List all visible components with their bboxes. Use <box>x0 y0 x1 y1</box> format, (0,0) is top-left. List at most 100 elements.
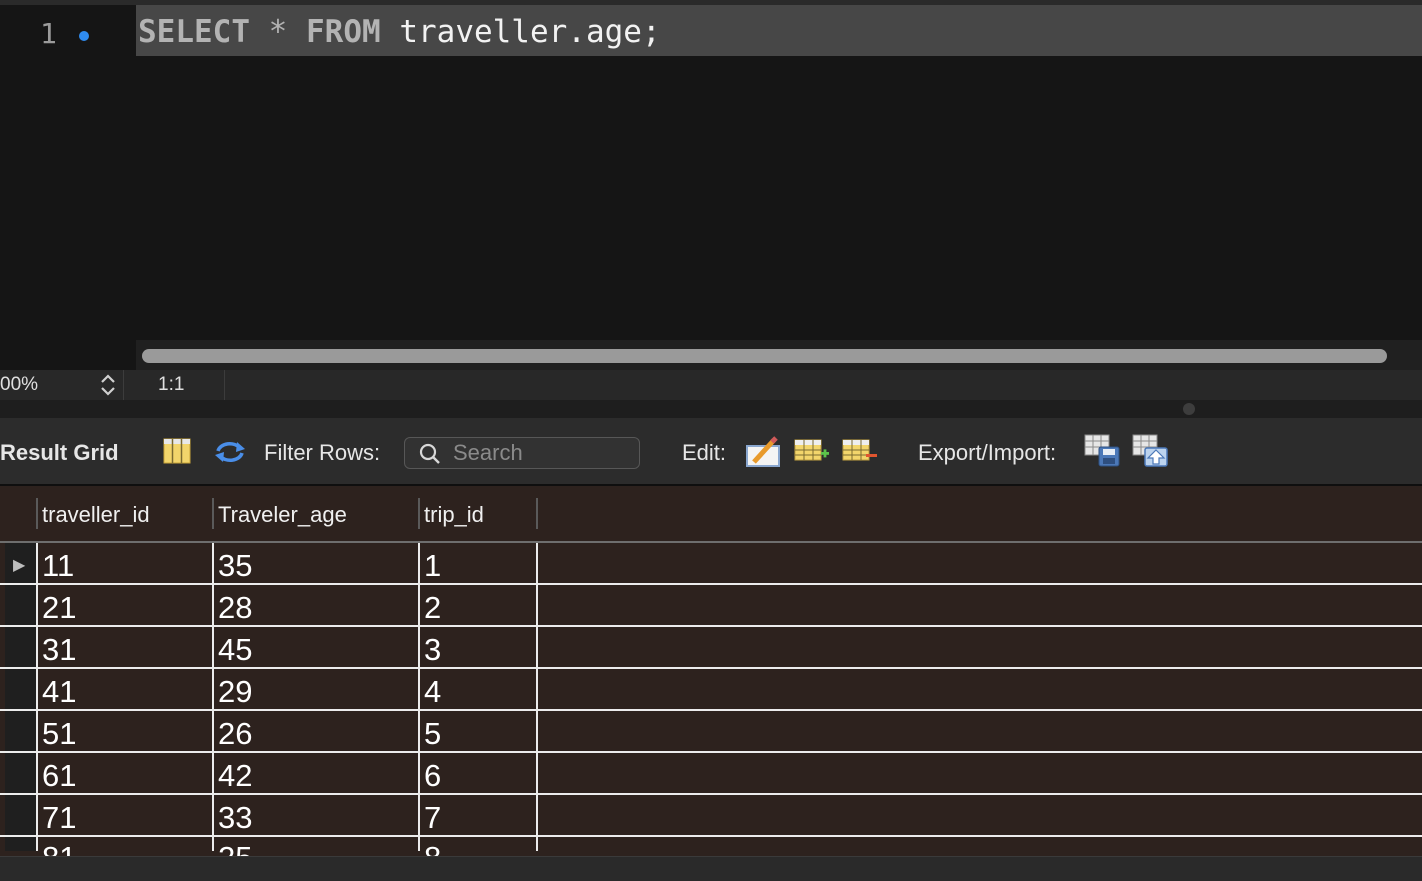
sql-terminator: ; <box>641 14 661 50</box>
cell-divider <box>418 627 420 667</box>
column-divider[interactable] <box>212 498 214 529</box>
cell-trip-id[interactable]: 1 <box>424 548 441 584</box>
table-row[interactable]: 51 26 5 <box>0 711 1422 753</box>
cell-divider <box>212 753 214 793</box>
cell-divider <box>536 711 538 751</box>
cell-traveller-id[interactable]: 21 <box>42 590 76 626</box>
grid-header: traveller_id Traveler_age trip_id <box>0 486 1422 543</box>
cell-trip-id[interactable]: 2 <box>424 590 441 626</box>
cell-divider <box>212 837 214 851</box>
cell-trip-id[interactable]: 6 <box>424 758 441 794</box>
cell-traveller-id[interactable]: 51 <box>42 716 76 752</box>
import-icon[interactable] <box>1132 434 1170 468</box>
column-header-traveller-id[interactable]: traveller_id <box>42 502 150 528</box>
cell-divider <box>418 711 420 751</box>
filter-search-box[interactable] <box>404 437 640 469</box>
cell-traveller-id[interactable]: 61 <box>42 758 76 794</box>
splitter-handle-icon[interactable] <box>1183 403 1195 415</box>
row-selector[interactable] <box>5 753 36 793</box>
cell-divider <box>212 669 214 709</box>
cell-divider <box>36 543 38 583</box>
table-row[interactable]: 41 29 4 <box>0 669 1422 711</box>
table-row[interactable]: 21 28 2 <box>0 585 1422 627</box>
edit-row-icon[interactable] <box>746 436 782 468</box>
editor-status-bar: 00% 1:1 <box>0 370 1422 400</box>
cell-trip-id[interactable]: 3 <box>424 632 441 668</box>
column-header-trip-id[interactable]: trip_id <box>424 502 484 528</box>
cell-divider <box>418 795 420 835</box>
cell-divider <box>418 543 420 583</box>
table-row[interactable]: ▶ 11 35 1 <box>0 543 1422 585</box>
cell-traveler-age[interactable]: 28 <box>218 590 252 626</box>
sql-statement[interactable]: SELECT * FROM traveller.age; <box>138 14 661 50</box>
delete-row-icon[interactable] <box>842 438 878 466</box>
cell-divider <box>536 795 538 835</box>
cell-traveler-age[interactable]: 35 <box>218 548 252 584</box>
horizontal-scrollbar[interactable] <box>136 340 1422 370</box>
cell-divider <box>36 585 38 625</box>
cell-trip-id[interactable]: 7 <box>424 800 441 836</box>
cursor-position: 1:1 <box>158 374 185 395</box>
cell-traveler-age[interactable]: 45 <box>218 632 252 668</box>
cell-traveler-age[interactable]: 26 <box>218 716 252 752</box>
table-row[interactable]: 31 45 3 <box>0 627 1422 669</box>
column-header-traveler-age[interactable]: Traveler_age <box>218 502 347 528</box>
result-grid-title: Result Grid <box>0 440 119 465</box>
sql-keyword-from: FROM <box>306 14 381 50</box>
table-row[interactable]: 81 25 8 <box>0 837 1422 856</box>
cell-divider <box>418 837 420 851</box>
cell-divider <box>418 669 420 709</box>
cell-divider <box>536 753 538 793</box>
refresh-icon[interactable] <box>213 438 247 466</box>
column-toggle-icon[interactable] <box>163 438 191 464</box>
cell-divider <box>212 627 214 667</box>
bottom-status-bar <box>0 856 1422 881</box>
column-divider[interactable] <box>36 498 38 529</box>
row-selector[interactable] <box>5 669 36 709</box>
cell-traveler-age[interactable]: 29 <box>218 674 252 710</box>
table-row[interactable]: 71 33 7 <box>0 795 1422 837</box>
row-selector[interactable] <box>5 837 36 851</box>
add-row-icon[interactable] <box>794 438 830 466</box>
filter-search-input[interactable] <box>453 440 633 466</box>
zoom-level[interactable]: 00% <box>0 374 38 396</box>
cell-traveller-id[interactable]: 81 <box>42 840 76 856</box>
cell-traveler-age[interactable]: 33 <box>218 800 252 836</box>
cell-traveller-id[interactable]: 31 <box>42 632 76 668</box>
table-row[interactable]: 61 42 6 <box>0 753 1422 795</box>
statement-marker-icon <box>79 31 89 41</box>
row-selector[interactable] <box>5 711 36 751</box>
cell-divider <box>36 753 38 793</box>
sql-table-name: traveller.age <box>399 14 642 50</box>
cell-divider <box>212 585 214 625</box>
zoom-stepper-icon[interactable] <box>99 372 117 398</box>
cell-trip-id[interactable]: 8 <box>424 840 441 856</box>
filter-rows-label: Filter Rows: <box>264 440 381 465</box>
cell-traveler-age[interactable]: 25 <box>218 840 252 856</box>
row-selector[interactable] <box>5 627 36 667</box>
cell-trip-id[interactable]: 5 <box>424 716 441 752</box>
sql-editor[interactable]: 1 SELECT * FROM traveller.age; <box>0 0 1422 370</box>
cell-traveler-age[interactable]: 42 <box>218 758 252 794</box>
cell-divider <box>418 585 420 625</box>
cell-trip-id[interactable]: 4 <box>424 674 441 710</box>
scrollbar-thumb[interactable] <box>142 349 1387 363</box>
result-grid[interactable]: traveller_id Traveler_age trip_id ▶ 11 3… <box>0 486 1422 856</box>
column-divider[interactable] <box>536 498 538 529</box>
cell-traveller-id[interactable]: 71 <box>42 800 76 836</box>
cell-divider <box>536 837 538 851</box>
cell-traveller-id[interactable]: 11 <box>42 548 74 584</box>
cell-traveller-id[interactable]: 41 <box>42 674 76 710</box>
column-divider[interactable] <box>418 498 420 529</box>
panel-splitter[interactable] <box>0 400 1422 418</box>
export-icon[interactable] <box>1084 434 1122 468</box>
cell-divider <box>418 753 420 793</box>
current-code-line[interactable]: SELECT * FROM traveller.age; <box>136 5 1422 56</box>
row-selector[interactable] <box>5 585 36 625</box>
sql-star: * <box>268 14 288 50</box>
sql-keyword-select: SELECT <box>138 14 250 50</box>
row-selector[interactable]: ▶ <box>5 543 36 583</box>
line-gutter: 1 <box>0 5 136 340</box>
row-selector[interactable] <box>5 795 36 835</box>
cell-divider <box>536 543 538 583</box>
